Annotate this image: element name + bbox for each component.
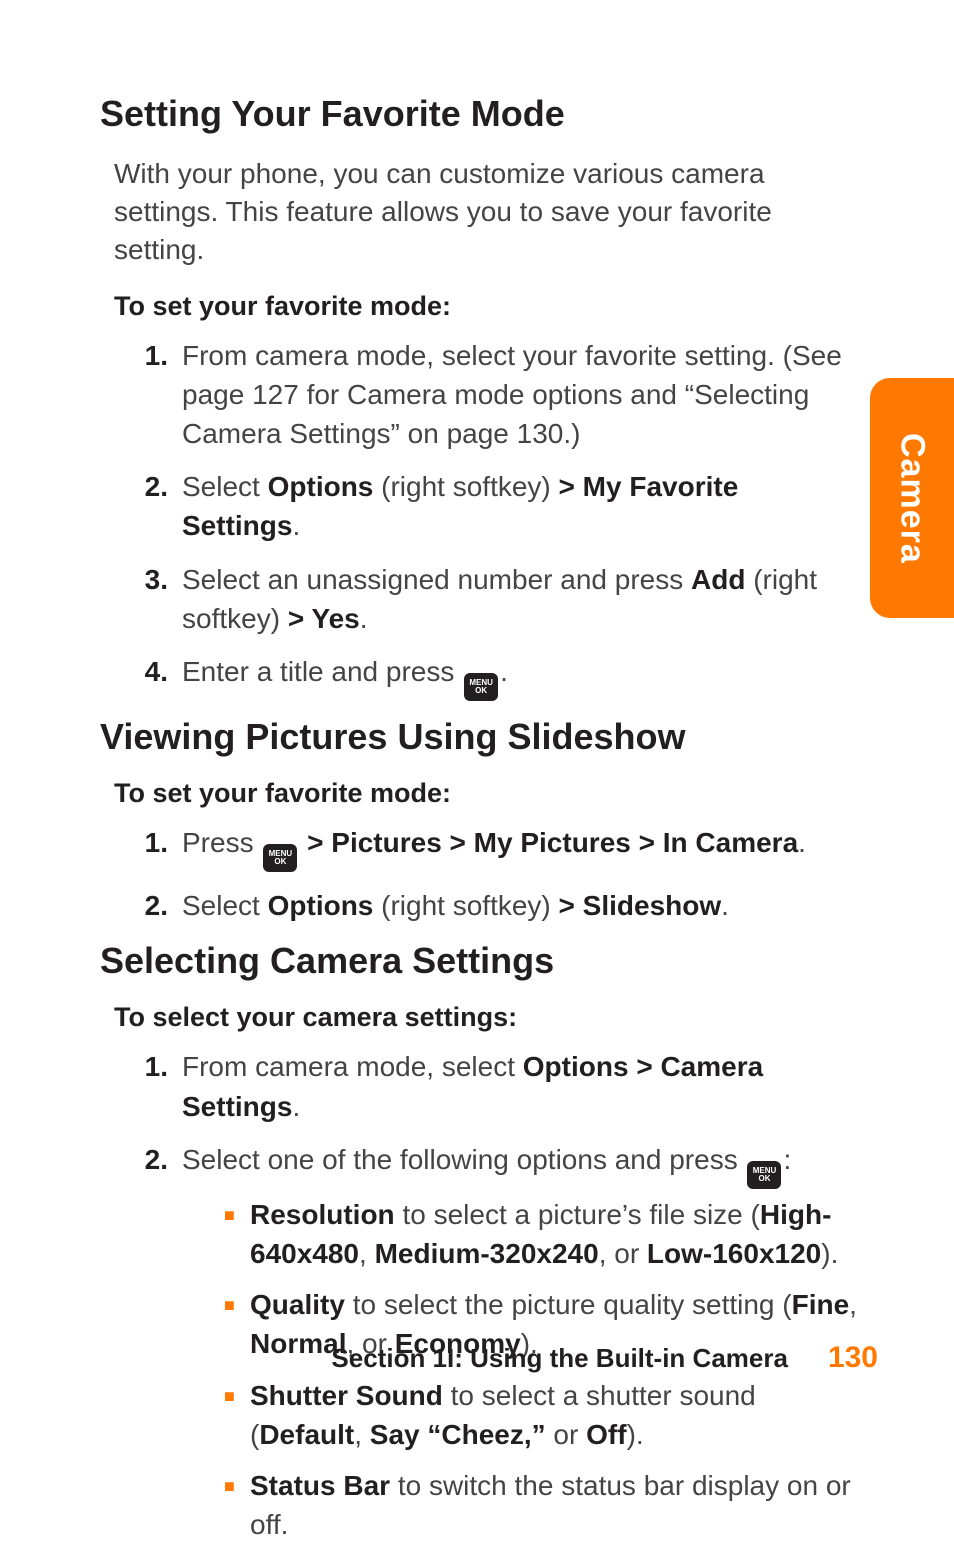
page-number: 130 (828, 1341, 878, 1375)
step-body: Enter a title and press MENUOK. (182, 652, 858, 701)
bullet-icon: ■ (224, 1285, 250, 1363)
page: Camera Setting Your Favorite Mode With y… (0, 0, 954, 1431)
step-body: Select an unassigned number and press Ad… (182, 560, 858, 638)
list-item: 1. Press MENUOK > Pictures > My Pictures… (138, 823, 858, 872)
bullet-icon: ■ (224, 1466, 250, 1544)
list-item: 1. From camera mode, select your favorit… (138, 336, 858, 454)
intro-text: With your phone, you can customize vario… (114, 155, 814, 268)
heading-setting-favorite-mode: Setting Your Favorite Mode (100, 92, 894, 135)
step-number: 1. (138, 1047, 182, 1125)
list-item: 2. Select Options (right softkey) > My F… (138, 467, 858, 545)
list-item: 1. From camera mode, select Options > Ca… (138, 1047, 858, 1125)
sub-list-item: ■ Resolution to select a picture’s file … (224, 1195, 858, 1273)
subhead: To set your favorite mode: (114, 778, 894, 809)
footer-section-label: Section 1I: Using the Built-in Camera (331, 1343, 788, 1374)
list-item: 2. Select Options (right softkey) > Slid… (138, 886, 858, 925)
steps-list: 1. From camera mode, select Options > Ca… (138, 1047, 858, 1556)
step-number: 3. (138, 560, 182, 638)
bullet-icon: ■ (224, 1195, 250, 1273)
menu-ok-key-icon: MENUOK (263, 844, 297, 872)
step-number: 2. (138, 467, 182, 545)
step-body: Press MENUOK > Pictures > My Pictures > … (182, 823, 858, 872)
steps-list: 1. From camera mode, select your favorit… (138, 336, 858, 701)
menu-ok-key-icon: MENUOK (464, 673, 498, 701)
step-body: From camera mode, select Options > Camer… (182, 1047, 858, 1125)
step-body: Select Options (right softkey) > My Favo… (182, 467, 858, 545)
step-number: 2. (138, 886, 182, 925)
side-tab-label: Camera (893, 433, 932, 564)
list-item: 4. Enter a title and press MENUOK. (138, 652, 858, 701)
side-tab-camera: Camera (870, 378, 954, 618)
list-item: 3. Select an unassigned number and press… (138, 560, 858, 638)
step-number: 1. (138, 336, 182, 454)
step-number: 1. (138, 823, 182, 872)
sub-list-item: ■ Shutter Sound to select a shutter soun… (224, 1376, 858, 1454)
subhead: To set your favorite mode: (114, 291, 894, 322)
step-number: 4. (138, 652, 182, 701)
step-body: Select Options (right softkey) > Slidesh… (182, 886, 858, 925)
subhead: To select your camera settings: (114, 1002, 894, 1033)
steps-list: 1. Press MENUOK > Pictures > My Pictures… (138, 823, 858, 925)
bullet-icon: ■ (224, 1376, 250, 1454)
step-number: 2. (138, 1140, 182, 1556)
page-footer: Section 1I: Using the Built-in Camera 13… (331, 1341, 878, 1375)
step-body: From camera mode, select your favorite s… (182, 336, 858, 454)
sub-list-item: ■ Status Bar to switch the status bar di… (224, 1466, 858, 1544)
heading-selecting-camera-settings: Selecting Camera Settings (100, 939, 894, 982)
menu-ok-key-icon: MENUOK (747, 1161, 781, 1189)
heading-viewing-slideshow: Viewing Pictures Using Slideshow (100, 715, 894, 758)
